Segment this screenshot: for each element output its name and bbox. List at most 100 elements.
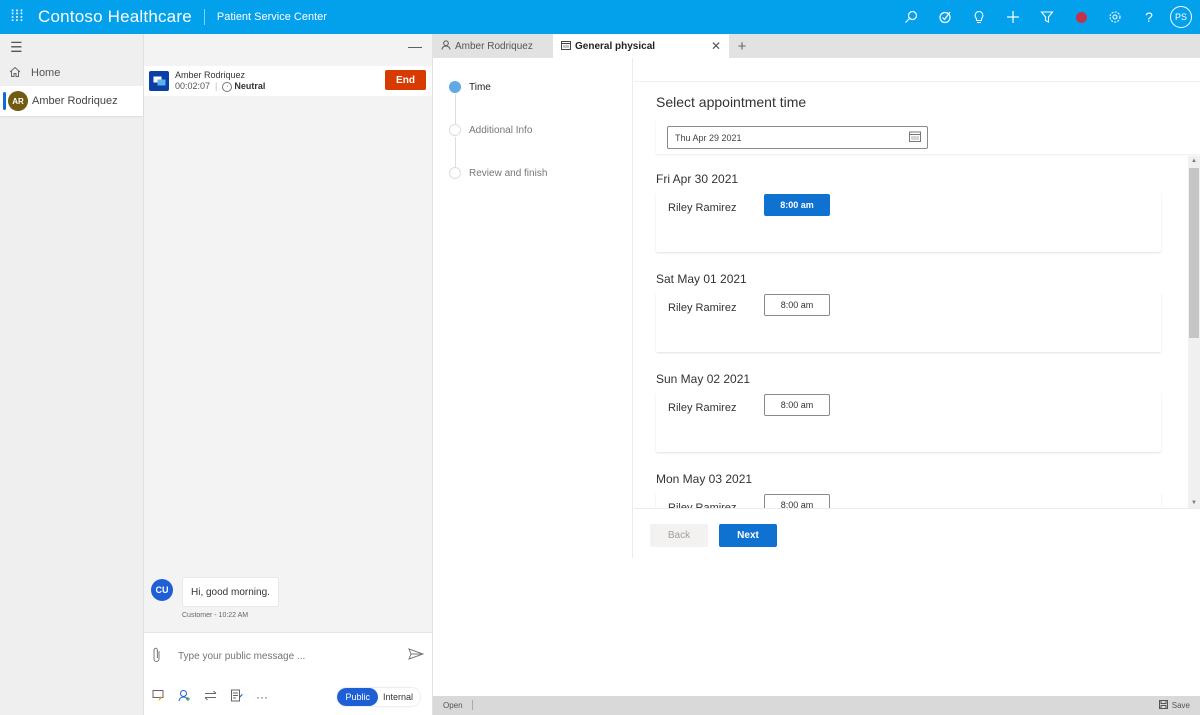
provider-card: Riley Ramirez 8:00 am <box>656 392 1161 452</box>
day-date: Sun May 02 2021 <box>656 372 751 386</box>
time-slot-button[interactable]: 8:00 am <box>764 394 830 416</box>
presence-status[interactable] <box>1064 0 1098 34</box>
message-bubble: Hi, good morning. <box>182 577 279 607</box>
divider <box>472 700 473 710</box>
provider-name: Riley Ramirez <box>668 302 737 314</box>
nav-item-label: Home <box>31 67 61 79</box>
date-value: Thu Apr 29 2021 <box>675 132 742 143</box>
day-date: Sat May 01 2021 <box>656 272 747 286</box>
step-additional-info[interactable]: Additional Info <box>449 124 532 136</box>
step-connector <box>455 94 456 126</box>
time-slot-button[interactable]: 8:00 am <box>764 194 830 216</box>
header-strip <box>634 58 1200 82</box>
step-indicator <box>449 81 461 93</box>
day-date: Mon May 03 2021 <box>656 472 753 486</box>
step-indicator <box>449 124 461 136</box>
provider-card: Riley Ramirez 8:00 am <box>656 192 1161 252</box>
app-subtitle: Patient Service Center <box>216 11 327 23</box>
time-slot-button[interactable]: 8:00 am <box>764 494 830 508</box>
chat-icon <box>149 71 169 91</box>
add-tab-button[interactable]: + <box>729 34 755 58</box>
customer-name: Amber Rodriquez <box>175 70 246 80</box>
back-button[interactable]: Back <box>650 524 708 547</box>
vertical-scrollbar[interactable]: ▲ ▼ <box>1188 156 1200 508</box>
user-avatar[interactable]: PS <box>1166 0 1200 34</box>
wizard-footer: Back Next <box>634 508 1200 558</box>
scroll-down-arrow[interactable]: ▼ <box>1188 500 1200 506</box>
time-slot-button[interactable]: 8:00 am <box>764 294 830 316</box>
tab-general-physical[interactable]: General physical ✕ <box>553 34 729 58</box>
next-button[interactable]: Next <box>719 524 777 547</box>
hamburger-menu-icon[interactable]: ☰ <box>0 34 143 60</box>
close-icon[interactable]: ✕ <box>711 39 721 53</box>
search-icon[interactable] <box>894 0 928 34</box>
provider-name: Riley Ramirez <box>668 402 737 414</box>
step-indicator <box>449 167 461 179</box>
date-picker-card: Thu Apr 29 2021 <box>656 120 1200 154</box>
message-input[interactable] <box>178 646 398 666</box>
calendar-icon[interactable] <box>909 131 921 145</box>
save-icon <box>1158 700 1168 711</box>
lightbulb-icon[interactable] <box>962 0 996 34</box>
avatar: AR <box>8 91 28 111</box>
filter-icon[interactable] <box>1030 0 1064 34</box>
mode-public[interactable]: Public <box>337 688 378 706</box>
step-time[interactable]: Time <box>449 81 491 93</box>
step-review-and-finish[interactable]: Review and finish <box>449 167 547 179</box>
attachment-icon[interactable] <box>152 647 162 666</box>
save-label: Save <box>1171 701 1190 710</box>
user-initials: PS <box>1170 6 1192 28</box>
provider-card: Riley Ramirez 8:00 am <box>656 292 1161 352</box>
plus-icon[interactable] <box>996 0 1030 34</box>
day-group: Sun May 02 2021 Riley Ramirez 8:00 am <box>656 372 1161 452</box>
day-group: Fri Apr 30 2021 Riley Ramirez 8:00 am <box>656 172 1161 252</box>
top-bar: ⁞⁞⁞ Contoso Healthcare Patient Service C… <box>0 0 1200 34</box>
task-icon[interactable] <box>928 0 962 34</box>
mode-internal[interactable]: Internal <box>377 688 420 706</box>
sentiment-label: Neutral <box>234 81 266 91</box>
transfer-icon[interactable] <box>204 689 230 705</box>
page-title: Select appointment time <box>656 94 807 110</box>
scroll-thumb[interactable] <box>1189 168 1199 338</box>
appointment-panel: Select appointment time Thu Apr 29 2021 … <box>634 58 1200 508</box>
status-bar: Open Save <box>433 696 1200 715</box>
date-input[interactable]: Thu Apr 29 2021 <box>667 126 928 149</box>
nav-item-session[interactable]: AR Amber Rodriquez <box>0 86 143 116</box>
provider-card: Riley Ramirez 8:00 am <box>656 492 1161 508</box>
tab-customer[interactable]: Amber Rodriquez <box>433 34 553 58</box>
day-date: Fri Apr 30 2021 <box>656 172 739 186</box>
step-label: Review and finish <box>469 167 548 179</box>
nav-item-home[interactable]: Home <box>0 60 143 86</box>
consult-icon[interactable] <box>178 689 204 705</box>
wizard-stepper: Time Additional Info Review and finish <box>433 58 633 558</box>
notes-icon[interactable] <box>230 689 256 705</box>
scroll-up-arrow[interactable]: ▲ <box>1188 158 1200 164</box>
send-icon[interactable] <box>408 647 425 663</box>
availability-list[interactable]: Fri Apr 30 2021 Riley Ramirez 8:00 am Sa… <box>634 156 1200 508</box>
day-group: Sat May 01 2021 Riley Ramirez 8:00 am <box>656 272 1161 352</box>
minimize-icon[interactable]: — <box>408 38 422 54</box>
home-icon <box>9 66 25 81</box>
step-label: Time <box>469 81 491 93</box>
step-label: Additional Info <box>469 124 533 136</box>
conversation-card[interactable]: Amber Rodriquez 00:02:07 | · Neutral End <box>144 66 432 96</box>
conversation-panel: — Amber Rodriquez 00:02:07 | · Neutral E… <box>144 34 433 715</box>
more-options-icon[interactable]: ··· <box>256 690 282 704</box>
record-status: Open <box>443 701 463 710</box>
app-title: Contoso Healthcare <box>38 7 192 26</box>
help-icon[interactable]: ? <box>1132 0 1166 34</box>
message-mode-toggle[interactable]: Public Internal <box>337 688 420 706</box>
gear-icon[interactable] <box>1098 0 1132 34</box>
app-launcher-icon[interactable]: ⁞⁞⁞ <box>0 0 34 34</box>
provider-name: Riley Ramirez <box>668 202 737 214</box>
save-button[interactable]: Save <box>1158 700 1190 711</box>
person-icon <box>441 39 451 53</box>
end-button[interactable]: End <box>385 70 426 90</box>
session-name: Amber Rodriquez <box>32 95 118 107</box>
compose-area: ··· Public Internal <box>144 632 432 715</box>
customer-avatar: CU <box>151 579 173 601</box>
step-connector <box>455 137 456 169</box>
quick-replies-icon[interactable] <box>152 689 178 705</box>
divider: | <box>215 81 218 91</box>
calendar-icon <box>561 40 571 53</box>
